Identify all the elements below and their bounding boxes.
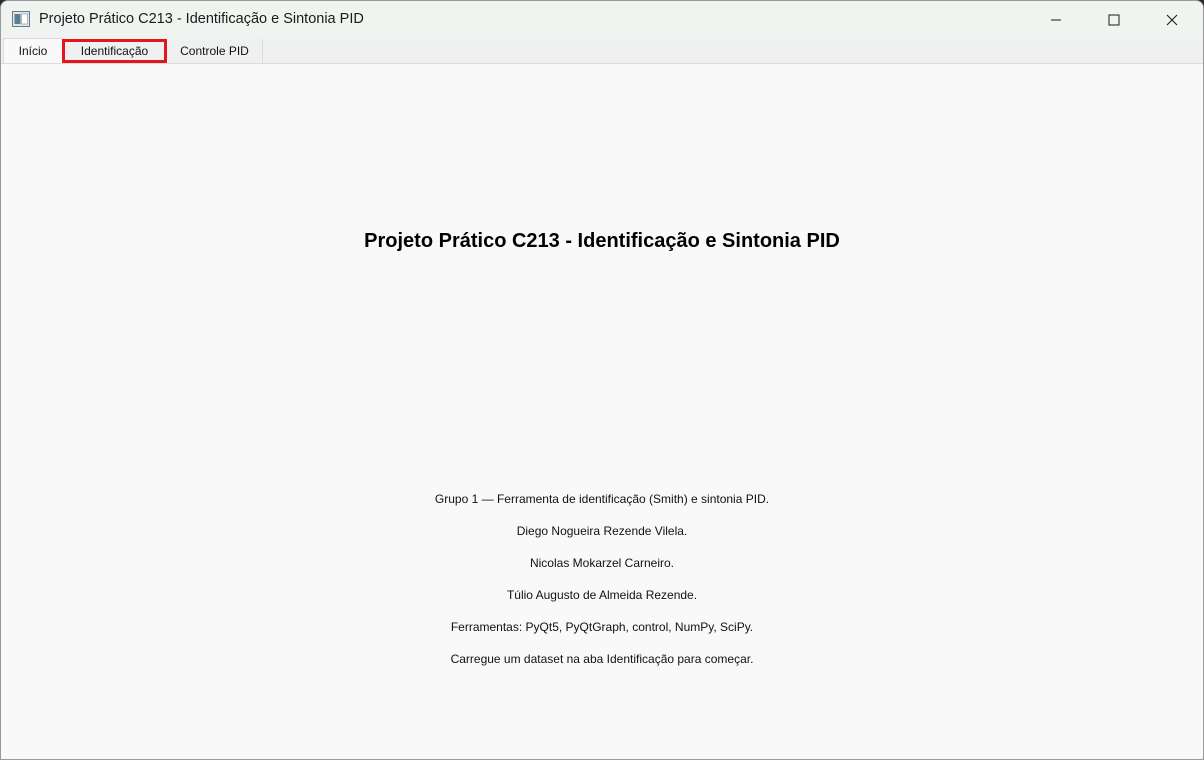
minimize-button[interactable] [1027,1,1085,39]
window-title: Projeto Prático C213 - Identificação e S… [39,11,364,27]
tab-content-inicio: Projeto Prático C213 - Identificação e S… [1,64,1203,759]
app-window: Projeto Prático C213 - Identificação e S… [0,0,1204,760]
title-bar[interactable]: Projeto Prático C213 - Identificação e S… [1,1,1203,39]
maximize-icon [1108,14,1120,26]
author-1: Diego Nogueira Rezende Vilela. [516,524,688,538]
maximize-button[interactable] [1085,1,1143,39]
author-2: Nicolas Mokarzel Carneiro. [529,556,675,570]
tab-controle-pid[interactable]: Controle PID [167,39,263,63]
tab-inicio[interactable]: Início [3,38,63,63]
minimize-icon [1050,14,1062,26]
tools-list: Ferramentas: PyQt5, PyQtGraph, control, … [450,620,754,634]
app-icon [12,11,30,27]
author-3: Túlio Augusto de Almeida Rezende. [506,588,698,602]
instructions-text: Carregue um dataset na aba Identificação… [450,652,754,666]
close-button[interactable] [1143,1,1201,39]
page-title: Projeto Prático C213 - Identificação e S… [364,230,840,252]
tab-bar: Início Identificação Controle PID [1,38,1203,64]
group-description: Grupo 1 — Ferramenta de identificação (S… [434,492,770,506]
close-icon [1166,14,1178,26]
tab-identificacao[interactable]: Identificação [62,39,167,63]
